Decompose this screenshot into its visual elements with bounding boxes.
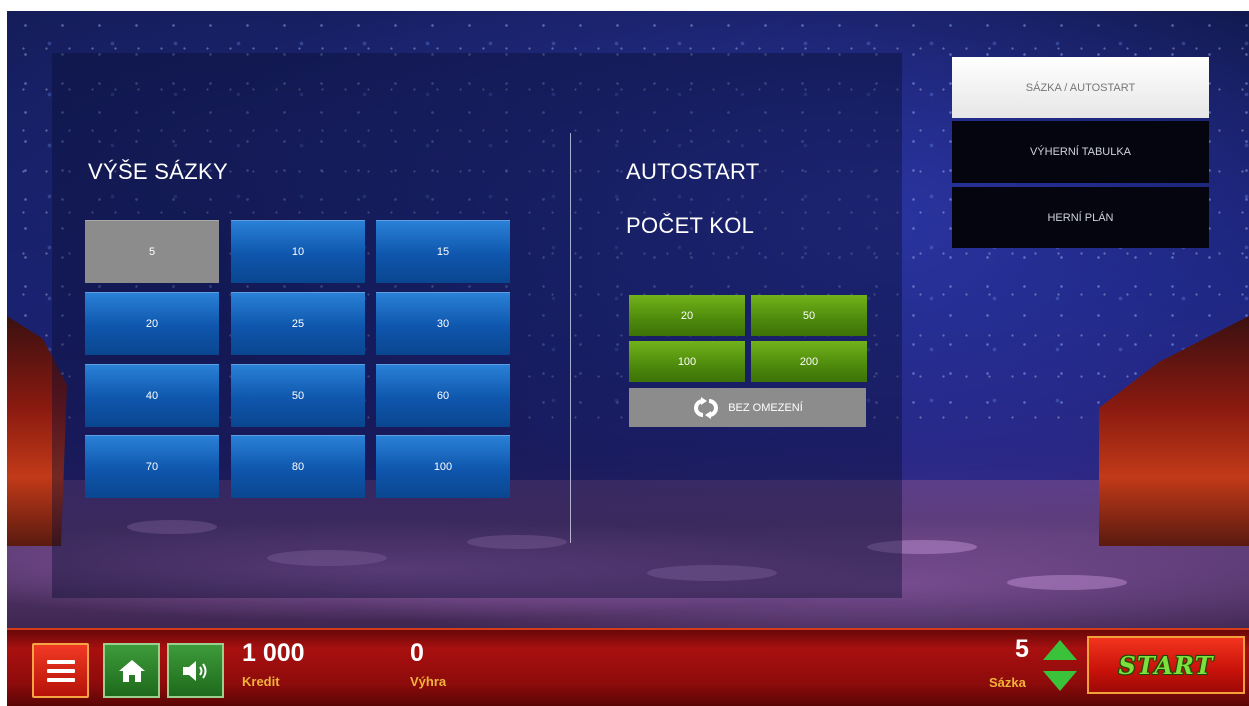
unlimited-label: BEZ OMEZENÍ	[728, 401, 803, 414]
bet-option-button[interactable]: 15	[376, 220, 510, 283]
menu-tab-game-rules[interactable]: HERNÍ PLÁN	[952, 187, 1209, 248]
rounds-count-title: POČET KOL	[626, 213, 755, 238]
home-button[interactable]	[103, 643, 160, 698]
menu-icon	[46, 668, 75, 673]
speaker-icon	[182, 660, 206, 681]
win-label: Výhra	[410, 674, 447, 689]
arrow-down-icon[interactable]	[1043, 671, 1077, 691]
bet-option-button[interactable]: 30	[376, 292, 510, 355]
bet-option-button[interactable]: 100	[376, 435, 510, 498]
bet-option-button[interactable]: 40	[85, 364, 219, 427]
start-label: START	[1118, 650, 1214, 680]
bet-value: 5	[1015, 635, 1029, 663]
autostart-option-button[interactable]: 20	[629, 295, 745, 336]
bottom-bar: 1 000 Kredit 0 Výhra 5 Sázka START	[7, 628, 1249, 706]
loop-icon	[694, 396, 719, 419]
bet-option-button[interactable]: 80	[231, 435, 365, 498]
sound-button[interactable]	[167, 643, 224, 698]
bet-option-button[interactable]: 5	[85, 220, 219, 283]
bet-option-button[interactable]: 20	[85, 292, 219, 355]
unlimited-autostart-button[interactable]: BEZ OMEZENÍ	[629, 388, 866, 427]
menu-tab-bet-autostart[interactable]: SÁZKA / AUTOSTART	[952, 57, 1209, 118]
autostart-title: AUTOSTART	[626, 159, 760, 184]
lily-pad	[1007, 575, 1127, 590]
start-button[interactable]: START	[1087, 636, 1245, 694]
arrow-up-icon[interactable]	[1043, 640, 1077, 660]
autostart-option-button[interactable]: 100	[629, 341, 745, 382]
credit-value: 1 000	[242, 639, 305, 667]
autostart-option-button[interactable]: 200	[751, 341, 867, 382]
home-icon	[118, 659, 145, 682]
bet-option-button[interactable]: 60	[376, 364, 510, 427]
win-value: 0	[410, 639, 424, 667]
credit-label: Kredit	[242, 674, 280, 689]
bet-option-button[interactable]: 10	[231, 220, 365, 283]
panel-divider	[570, 133, 571, 543]
autostart-option-button[interactable]: 50	[751, 295, 867, 336]
bet-option-button[interactable]: 70	[85, 435, 219, 498]
bet-label: Sázka	[989, 675, 1026, 690]
menu-tab-paytable[interactable]: VÝHERNÍ TABULKA	[952, 121, 1209, 183]
bet-option-button[interactable]: 25	[231, 292, 365, 355]
bet-option-button[interactable]: 50	[231, 364, 365, 427]
game-screen: VÝŠE SÁZKY 5 10 15 20 25 30 40 50 60 70 …	[7, 11, 1249, 706]
menu-button[interactable]	[32, 643, 89, 698]
bet-section-title: VÝŠE SÁZKY	[88, 159, 228, 184]
